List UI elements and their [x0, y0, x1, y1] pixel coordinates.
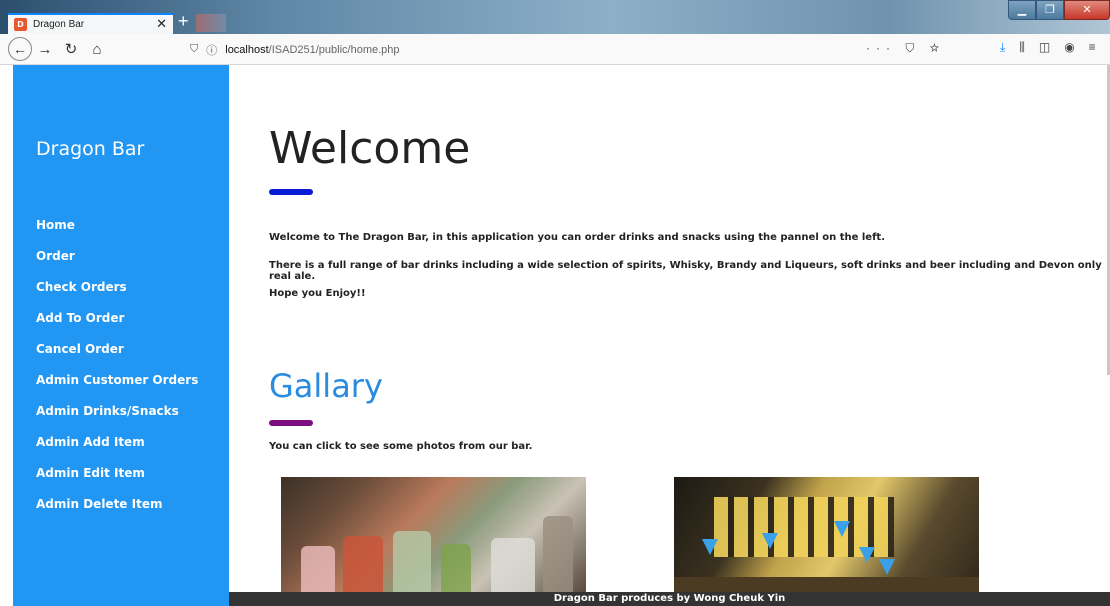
- welcome-underline: [269, 189, 313, 195]
- blurred-tab-area: [196, 14, 226, 32]
- enjoy-paragraph: Hope you Enjoy!!: [269, 288, 366, 299]
- home-icon[interactable]: ⌂: [84, 36, 110, 62]
- sidebar-item-admin-delete-item[interactable]: Admin Delete Item: [36, 496, 198, 527]
- gallery-underline: [269, 420, 313, 426]
- back-arrow-icon[interactable]: ←: [8, 37, 32, 61]
- url-path: /ISAD251/public/home.php: [268, 43, 400, 56]
- sidebar-item-admin-customer-orders[interactable]: Admin Customer Orders: [36, 372, 198, 403]
- maximize-icon[interactable]: ❐: [1036, 0, 1064, 20]
- range-paragraph: There is a full range of bar drinks incl…: [269, 260, 1102, 282]
- close-window-icon[interactable]: ✕: [1064, 0, 1110, 20]
- menu-icon[interactable]: ≡: [1089, 40, 1096, 55]
- page-actions-icons[interactable]: ··· ⛉ ☆: [866, 41, 945, 56]
- sidebar-item-home[interactable]: Home: [36, 217, 198, 248]
- download-icon[interactable]: ⤓: [1000, 40, 1005, 55]
- brand-title[interactable]: Dragon Bar: [36, 138, 144, 160]
- url-host: localhost: [225, 43, 269, 56]
- reload-icon[interactable]: ↻: [58, 36, 84, 62]
- welcome-heading: Welcome: [269, 123, 471, 174]
- account-icon[interactable]: ◉: [1064, 40, 1074, 55]
- app-favicon-icon: D: [14, 18, 27, 31]
- page-footer: Dragon Bar produces by Wong Cheuk Yin: [229, 592, 1110, 606]
- sidebar-item-admin-drinks-snacks[interactable]: Admin Drinks/Snacks: [36, 403, 198, 434]
- gallery-photo-drinks[interactable]: [281, 477, 586, 606]
- sidebar-item-add-to-order[interactable]: Add To Order: [36, 310, 198, 341]
- sidebar-item-check-orders[interactable]: Check Orders: [36, 279, 198, 310]
- browser-tab-bar: D Dragon Bar ✕ + ▁ ❐ ✕: [0, 0, 1110, 34]
- gallery-photo-bar-interior[interactable]: [674, 477, 979, 606]
- library-icon[interactable]: ⫼: [1019, 40, 1025, 55]
- sidebar: Dragon Bar Home Order Check Orders Add T…: [13, 65, 229, 606]
- toolbar-right: ⤓ ⫼ ◫ ◉ ≡: [1000, 40, 1096, 55]
- sidebar-item-admin-add-item[interactable]: Admin Add Item: [36, 434, 198, 465]
- url-bar[interactable]: ⛉ ⓘ localhost/ISAD251/public/home.php: [190, 38, 910, 61]
- browser-tab[interactable]: D Dragon Bar ✕: [8, 13, 173, 34]
- main-content: Welcome Welcome to The Dragon Bar, in th…: [229, 65, 1110, 606]
- browser-nav-bar: ← → ↻ ⌂ ⛉ ⓘ localhost/ISAD251/public/hom…: [0, 34, 1110, 65]
- close-tab-icon[interactable]: ✕: [156, 17, 167, 32]
- gallery-text: You can click to see some photos from ou…: [269, 441, 533, 452]
- sidebar-item-order[interactable]: Order: [36, 248, 198, 279]
- sidebar-item-admin-edit-item[interactable]: Admin Edit Item: [36, 465, 198, 496]
- new-tab-icon[interactable]: +: [178, 11, 189, 32]
- site-info-icon[interactable]: ⓘ: [206, 42, 217, 58]
- sidebar-item-cancel-order[interactable]: Cancel Order: [36, 341, 198, 372]
- gallery-heading: Gallary: [269, 367, 383, 405]
- minimize-icon[interactable]: ▁: [1008, 0, 1036, 20]
- tab-title: Dragon Bar: [33, 19, 85, 30]
- sidebar-menu: Home Order Check Orders Add To Order Can…: [36, 217, 198, 527]
- intro-paragraph: Welcome to The Dragon Bar, in this appli…: [269, 232, 885, 243]
- tracking-shield-icon[interactable]: ⛉: [190, 43, 198, 56]
- forward-arrow-icon[interactable]: →: [32, 36, 58, 62]
- sidebar-toggle-icon[interactable]: ◫: [1039, 40, 1050, 55]
- window-controls: ▁ ❐ ✕: [1008, 0, 1110, 22]
